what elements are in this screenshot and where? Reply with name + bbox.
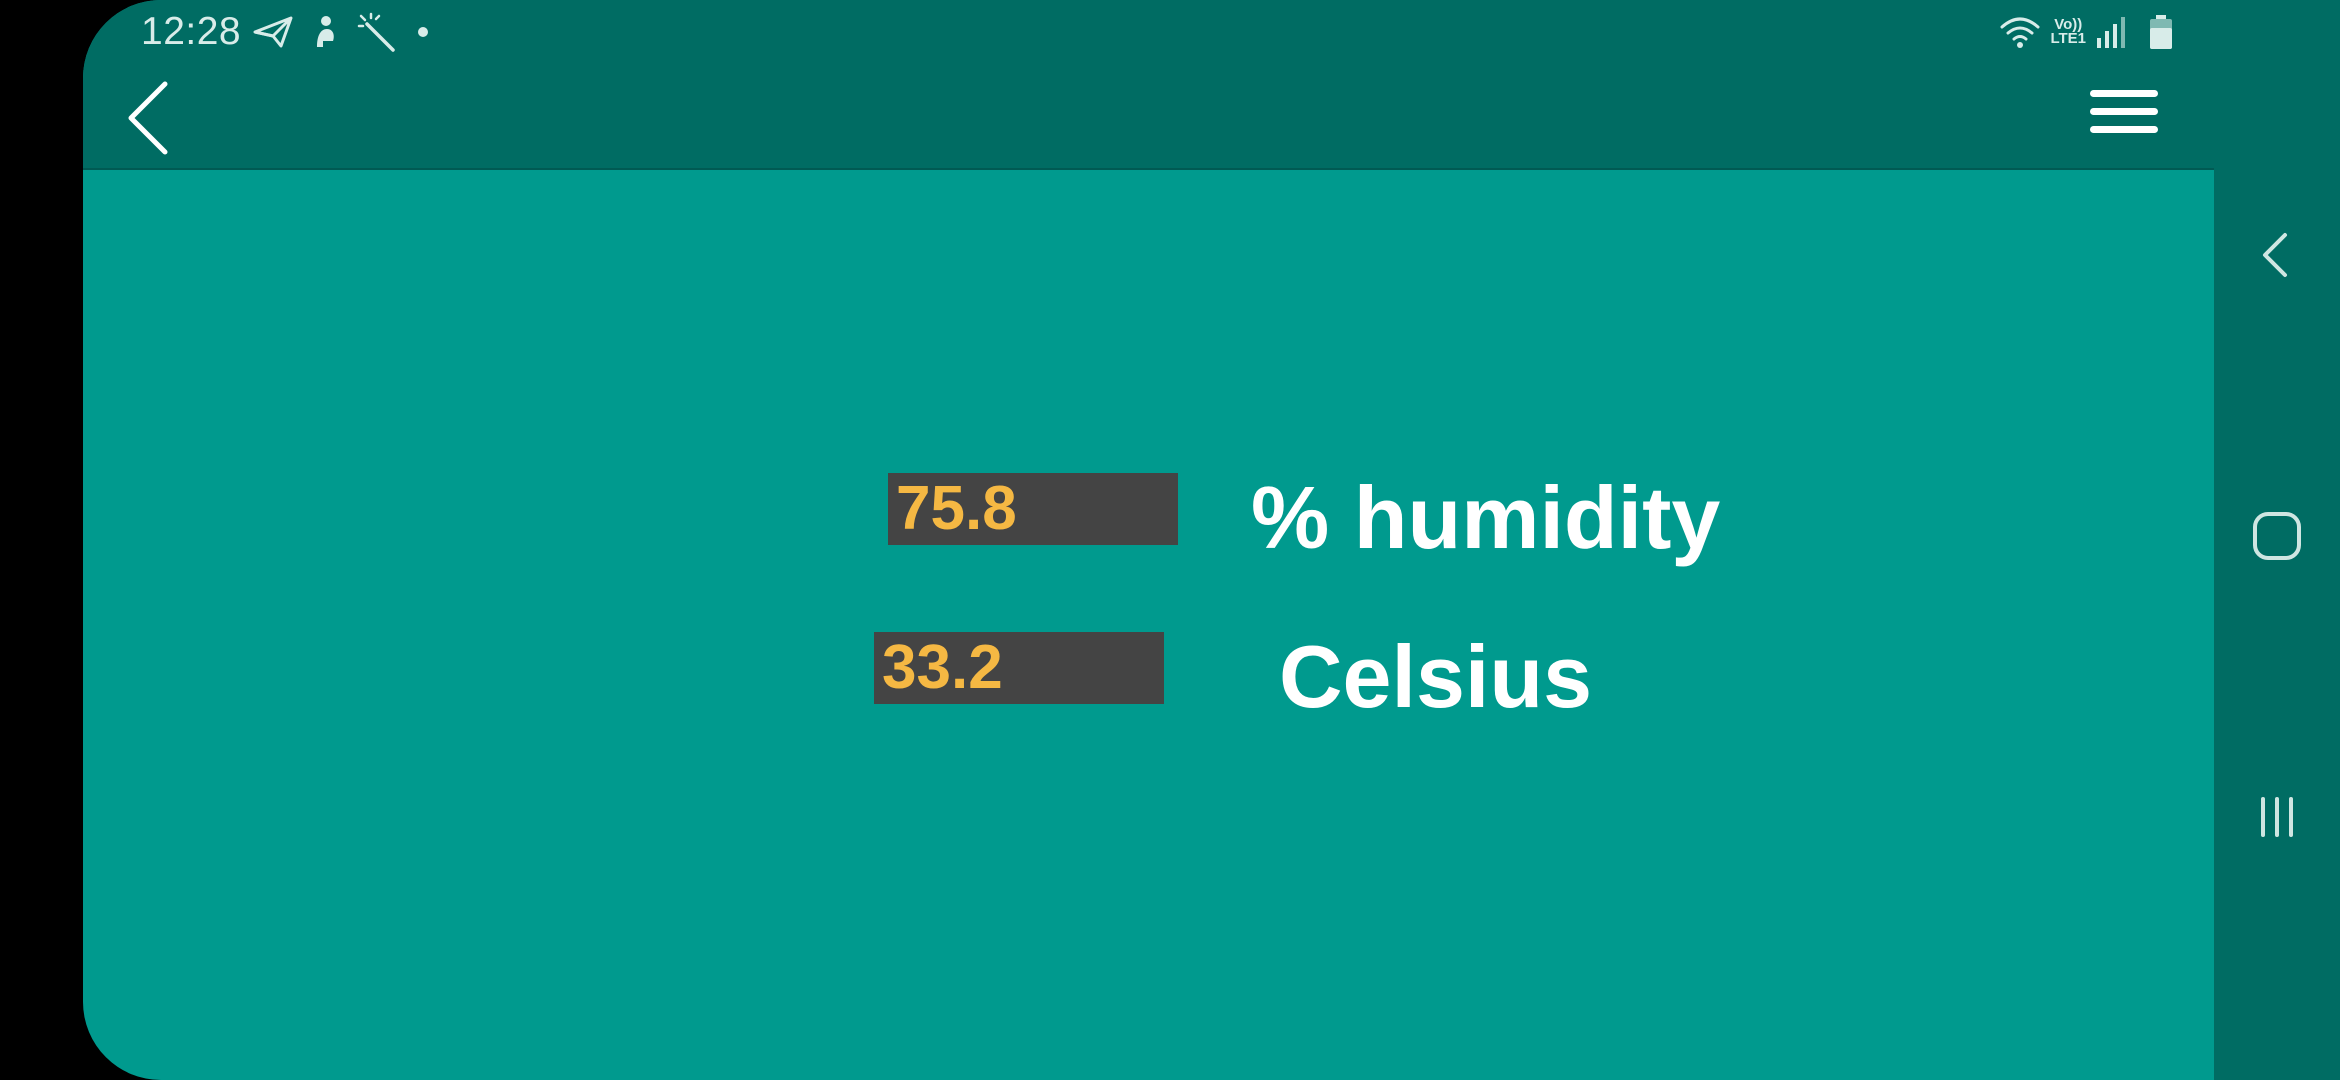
- nav-home-icon: [2253, 512, 2301, 560]
- humidity-value-display: 75.8: [888, 473, 1178, 545]
- battery-icon: [2150, 15, 2172, 49]
- hamburger-menu-icon: [2090, 90, 2158, 133]
- paper-plane-icon: [253, 16, 293, 48]
- app-window: 12:28 Vo)) LTE1 75.8 % humidity 33.2 Cel…: [83, 0, 2214, 1080]
- more-notifications-dot-icon: [418, 27, 428, 37]
- nav-home-button[interactable]: [2247, 506, 2307, 566]
- nav-back-button[interactable]: [2247, 225, 2307, 285]
- temperature-value-display: 33.2: [874, 632, 1164, 704]
- humidity-unit-label: % humidity: [1251, 468, 1721, 567]
- wifi-icon: [2000, 17, 2040, 48]
- temperature-unit-label: Celsius: [1279, 627, 1593, 726]
- volte-lte-indicator: Vo)) LTE1: [2050, 16, 2086, 47]
- signal-strength-icon: [2097, 17, 2125, 48]
- status-system-icons: Vo)) LTE1: [2000, 12, 2174, 52]
- nav-recents-button[interactable]: [2247, 787, 2307, 847]
- person-sitting-icon: [317, 16, 334, 47]
- status-time: 12:28: [141, 10, 242, 53]
- menu-button[interactable]: [2084, 86, 2164, 146]
- nav-recents-icon: [2261, 797, 2293, 837]
- phone-screen: 12:28 Vo)) LTE1 75.8 % humidity 33.2 Cel…: [0, 0, 2340, 1080]
- magic-wand-icon: [357, 12, 395, 52]
- system-navigation-bar: [2214, 0, 2340, 1080]
- app-toolbar: 12:28 Vo)) LTE1: [83, 0, 2214, 170]
- chevron-left-icon: [128, 81, 168, 155]
- status-notification-icons: [253, 12, 431, 52]
- nav-back-icon: [2263, 233, 2287, 277]
- back-button[interactable]: [123, 78, 183, 158]
